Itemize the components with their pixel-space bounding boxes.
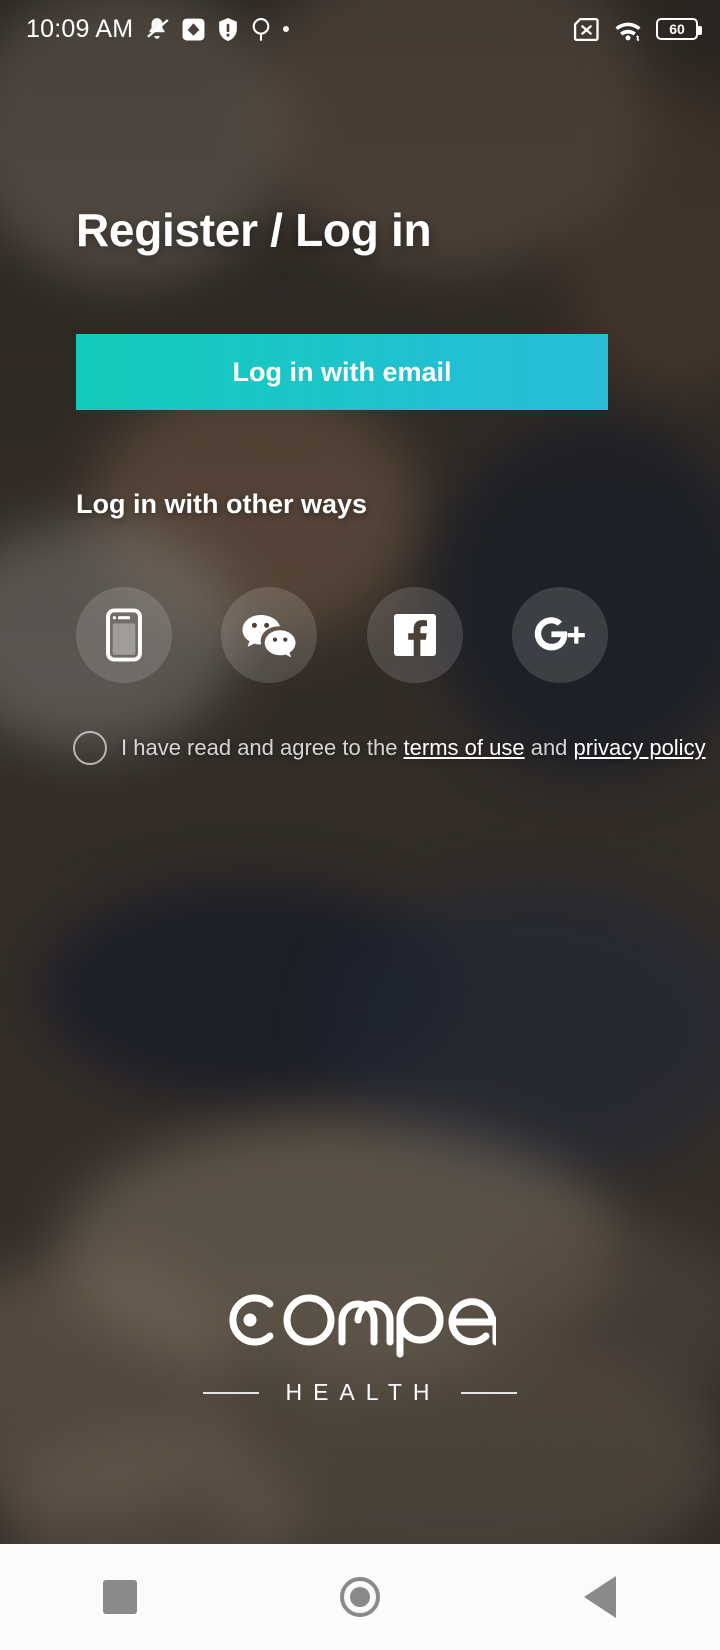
privacy-policy-link[interactable]: privacy policy (574, 735, 706, 760)
social-login-row (76, 587, 608, 683)
google-plus-icon (532, 615, 588, 655)
terms-prefix: I have read and agree to the (121, 735, 404, 761)
divider-left (203, 1391, 260, 1394)
divider-right (460, 1391, 517, 1394)
small-dot-icon (283, 26, 290, 32)
location-pin-icon (250, 17, 272, 42)
wechat-icon (241, 611, 297, 659)
terms-text: I have read and agree to the terms of us… (121, 734, 706, 762)
social-login-wechat[interactable] (221, 587, 318, 683)
battery-icon: 60 (656, 18, 702, 40)
status-bar: 10:09 AM 60 (0, 0, 720, 58)
triangle-back-icon (584, 1576, 616, 1618)
home-button[interactable] (305, 1557, 415, 1637)
wifi-icon (613, 17, 643, 42)
circle-icon (340, 1577, 380, 1617)
social-login-phone[interactable] (76, 587, 172, 683)
brand-subtitle: HEALTH (285, 1379, 441, 1405)
brand-logo: HEALTH (0, 1282, 720, 1406)
back-button[interactable] (545, 1557, 655, 1637)
page-title: Register / Log in (76, 204, 432, 256)
status-time: 10:09 AM (26, 14, 134, 43)
terms-of-use-link[interactable]: terms of use (404, 735, 525, 760)
other-ways-heading: Log in with other ways (76, 489, 368, 519)
social-login-googleplus[interactable] (511, 587, 608, 683)
battery-level: 60 (669, 21, 685, 37)
facebook-icon (391, 611, 439, 659)
terms-agreement-row: I have read and agree to the terms of us… (73, 731, 706, 765)
main-content: Register / Log in Log in with email Log … (0, 0, 720, 1650)
image-download-icon (181, 17, 206, 42)
shield-warning-icon (217, 17, 239, 42)
recents-button[interactable] (65, 1557, 175, 1637)
social-login-facebook[interactable] (366, 587, 463, 683)
login-with-email-button[interactable]: Log in with email (76, 334, 608, 410)
square-icon (103, 1580, 137, 1614)
terms-checkbox[interactable] (73, 731, 107, 765)
android-nav-bar (0, 1544, 720, 1650)
no-sim-icon (573, 17, 600, 42)
app-screen: 10:09 AM 60 Register / Log in Log in wit… (0, 0, 720, 1650)
mobile-phone-icon (101, 608, 147, 662)
comper-wordmark-icon (224, 1282, 500, 1363)
terms-conjunction: and (524, 735, 574, 761)
mute-bell-icon (144, 16, 170, 42)
brand-subtitle-row: HEALTH (203, 1379, 517, 1406)
